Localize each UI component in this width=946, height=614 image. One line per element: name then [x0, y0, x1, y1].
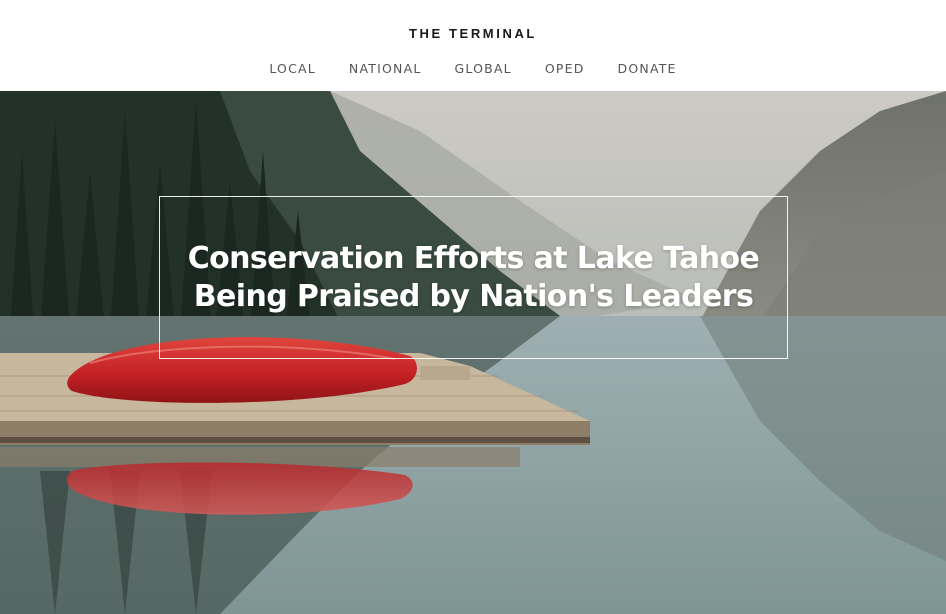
- nav-item-national[interactable]: NATIONAL: [332, 61, 438, 77]
- nav-item-donate[interactable]: DONATE: [601, 61, 693, 77]
- hero-headline[interactable]: Conservation Efforts at Lake Tahoe Being…: [164, 240, 784, 316]
- main-nav: LOCAL NATIONAL GLOBAL OPED DONATE: [0, 61, 946, 77]
- nav-item-global[interactable]: GLOBAL: [438, 61, 528, 77]
- site-header: THE TERMINAL LOCAL NATIONAL GLOBAL OPED …: [0, 0, 946, 91]
- hero-banner[interactable]: Conservation Efforts at Lake Tahoe Being…: [0, 91, 946, 614]
- nav-item-oped[interactable]: OPED: [528, 61, 601, 77]
- nav-item-local[interactable]: LOCAL: [253, 61, 333, 77]
- site-title-link[interactable]: THE TERMINAL: [0, 26, 946, 41]
- headline-frame[interactable]: Conservation Efforts at Lake Tahoe Being…: [159, 196, 788, 359]
